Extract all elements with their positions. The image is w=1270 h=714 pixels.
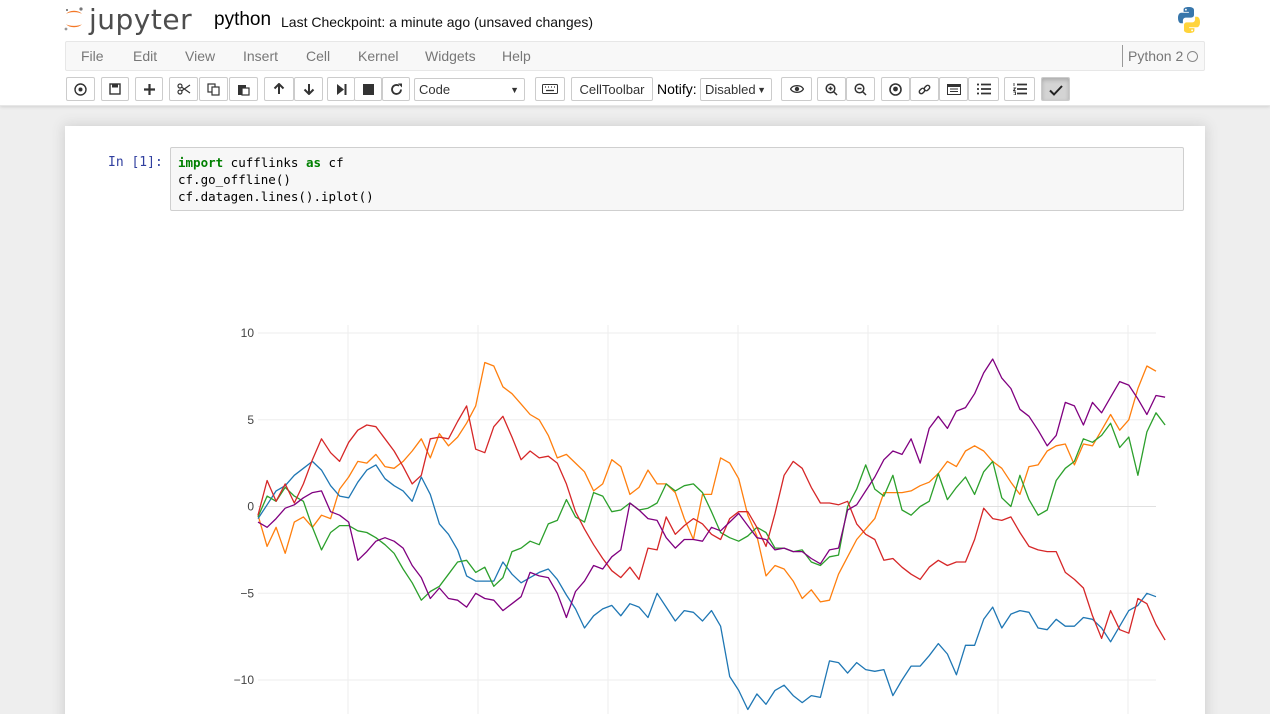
code-keyword: import [178, 155, 224, 170]
code-text: cf.datagen.lines().iplot() [178, 189, 374, 204]
cell-type-select[interactable]: Code ▼ [414, 78, 525, 101]
menu-help[interactable]: Help [502, 48, 531, 64]
code-text: cf [321, 155, 344, 170]
menu-edit[interactable]: Edit [133, 48, 157, 64]
caret-down-icon: ▼ [510, 85, 519, 95]
python-logo-icon [1178, 7, 1200, 33]
refresh-icon [390, 83, 402, 95]
menu-widgets[interactable]: Widgets [425, 48, 476, 64]
menu-kernel[interactable]: Kernel [358, 48, 398, 64]
jupyter-logo-icon [64, 7, 83, 31]
keyboard-icon [542, 84, 558, 94]
eye-icon [789, 84, 804, 94]
step-forward-icon [336, 83, 346, 95]
kernel-name: Python 2 [1122, 45, 1183, 67]
list-button[interactable] [968, 77, 999, 101]
move-down-button[interactable] [294, 77, 323, 101]
restart-kernel-button[interactable] [382, 77, 410, 101]
code-keyword: as [305, 155, 322, 170]
notify-select[interactable]: Disabled ▼ [700, 78, 772, 101]
logo-text: jupyter [89, 2, 193, 36]
code-line: import cufflinks as cf [178, 154, 1176, 171]
checkpoint-status: Last Checkpoint: a minute ago (unsaved c… [281, 14, 594, 30]
command-palette-button[interactable] [66, 77, 95, 101]
code-line: cf.go_offline() [178, 171, 1176, 188]
presentation-button[interactable] [939, 77, 968, 101]
notebook-name[interactable]: python [214, 9, 271, 31]
arrow-down-icon [303, 84, 314, 95]
insert-cell-button[interactable] [135, 77, 163, 101]
scissors-icon [176, 83, 190, 95]
menu-view[interactable]: View [185, 48, 215, 64]
run-cell-button[interactable] [327, 77, 355, 101]
zoom-in-icon [825, 82, 838, 96]
stop-icon [362, 83, 374, 95]
link-icon [918, 84, 931, 94]
menubar [65, 41, 1205, 71]
save-button[interactable] [101, 77, 129, 101]
spellcheck-button[interactable] [1041, 77, 1070, 101]
notebook-container [65, 126, 1205, 714]
code-cell-input[interactable]: import cufflinks as cf cf.go_offline() c… [170, 147, 1184, 211]
copy-icon [207, 82, 220, 96]
keyboard-settings-icon [74, 82, 87, 96]
arrow-up-icon [273, 83, 285, 94]
menu-insert[interactable]: Insert [243, 48, 278, 64]
notify-label: Notify: [657, 81, 697, 97]
notify-value: Disabled [705, 82, 756, 97]
list-icon [976, 83, 991, 95]
numbered-list-icon [1012, 83, 1027, 95]
celltoolbar-label: CellToolbar [579, 81, 645, 97]
presentation-icon [946, 83, 961, 95]
caret-down-icon: ▼ [757, 85, 766, 95]
code-text: cf.go_offline() [178, 172, 291, 187]
cell-type-value: Code [419, 82, 451, 97]
paste-icon [238, 84, 250, 96]
jupyter-logo[interactable]: jupyter [63, 2, 192, 36]
celltoolbar-button[interactable]: CellToolbar [571, 77, 653, 101]
paste-button[interactable] [229, 77, 258, 101]
zoom-in-button[interactable] [817, 77, 846, 101]
zoom-out-button[interactable] [846, 77, 875, 101]
spellcheck-icon [1048, 85, 1063, 96]
cell-input-prompt: In [1]: [108, 155, 163, 170]
code-text: cufflinks [223, 155, 306, 170]
interrupt-kernel-button[interactable] [354, 77, 382, 101]
preview-button[interactable] [781, 77, 812, 101]
plus-icon [143, 83, 155, 95]
move-up-button[interactable] [264, 77, 294, 101]
notebook-header: jupyter python Last Checkpoint: a minute… [0, 0, 1270, 106]
cut-button[interactable] [169, 77, 198, 101]
save-icon [109, 83, 121, 95]
github-button[interactable] [881, 77, 910, 101]
zoom-out-icon [854, 82, 867, 96]
keyboard-shortcuts-button[interactable] [535, 77, 565, 101]
link-button[interactable] [910, 77, 939, 101]
github-icon [889, 82, 902, 96]
numbered-list-button[interactable] [1004, 77, 1035, 101]
kernel-idle-icon [1187, 51, 1198, 62]
menu-file[interactable]: File [81, 48, 104, 64]
menu-cell[interactable]: Cell [306, 48, 330, 64]
copy-button[interactable] [199, 77, 228, 101]
code-line: cf.datagen.lines().iplot() [178, 188, 1176, 205]
